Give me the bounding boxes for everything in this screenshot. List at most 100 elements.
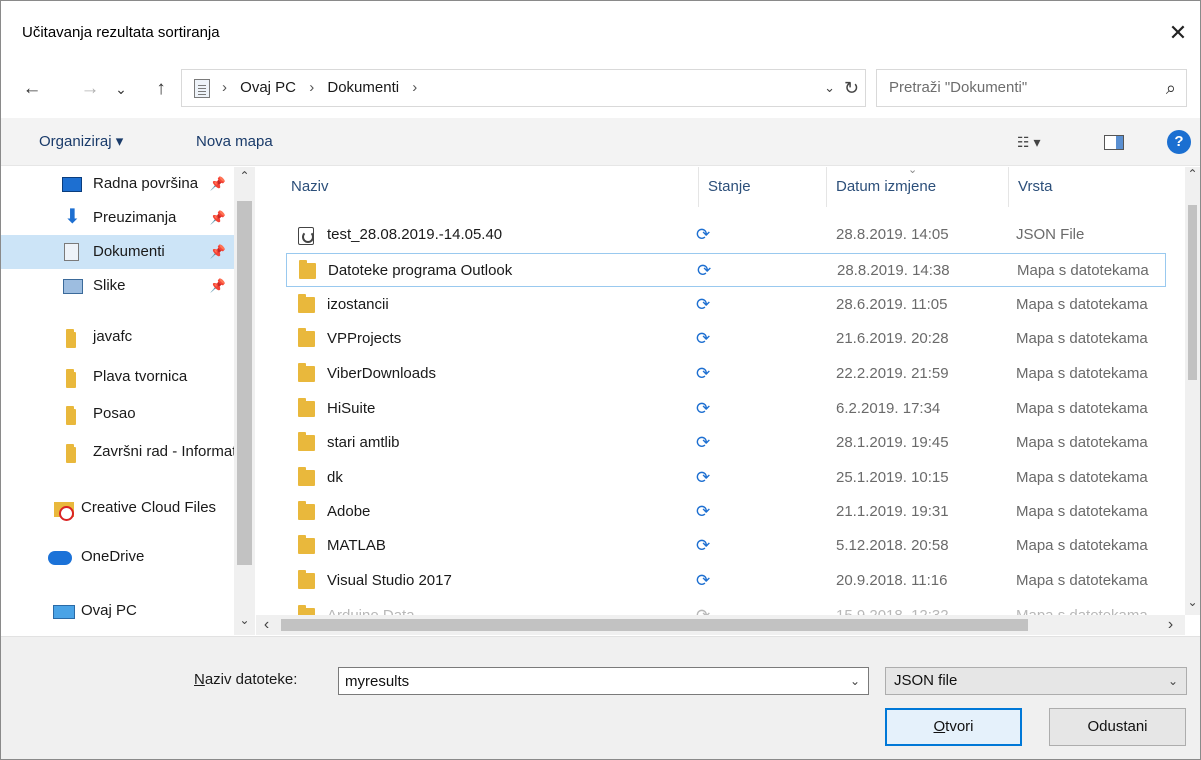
folder-icon: [66, 369, 76, 388]
nav-item-plava-tvornica[interactable]: Plava tvornica: [1, 360, 234, 394]
file-type: Mapa s datotekama: [1016, 400, 1148, 417]
table-row[interactable]: HiSuite ⟳ 6.2.2019. 17:34 Mapa s datotek…: [286, 392, 1166, 426]
file-type: Mapa s datotekama: [1016, 330, 1148, 347]
back-button[interactable]: ←: [17, 69, 47, 109]
filename-dropdown-icon[interactable]: ⌄: [850, 668, 860, 694]
open-button[interactable]: Otvori: [885, 708, 1022, 746]
table-row[interactable]: izostancii ⟳ 28.6.2019. 11:05 Mapa s dat…: [286, 288, 1166, 322]
nav-item-onedrive[interactable]: OneDrive: [1, 540, 234, 574]
nav-item-javafc[interactable]: javafc: [1, 320, 234, 354]
breadcrumb-separator[interactable]: ›: [412, 79, 417, 96]
file-type: Mapa s datotekama: [1016, 365, 1148, 382]
address-bar[interactable]: › Ovaj PC › Dokumenti › ⌄ ↻: [181, 69, 866, 107]
file-date: 20.9.2018. 11:16: [836, 572, 948, 589]
file-type: Mapa s datotekama: [1016, 503, 1148, 520]
nav-pane-scrollbar[interactable]: ⌃ ⌄: [234, 167, 255, 635]
breadcrumb-documents[interactable]: Dokumenti: [327, 79, 399, 96]
scroll-down-icon[interactable]: ⌄: [234, 613, 255, 627]
recent-locations-button[interactable]: ⌄: [111, 69, 131, 109]
sync-status-icon: ⟳: [696, 433, 711, 452]
table-row[interactable]: Adobe ⟳ 21.1.2019. 19:31 Mapa s datoteka…: [286, 495, 1166, 529]
table-row[interactable]: Datoteke programa Outlook ⟳ 28.8.2019. 1…: [286, 253, 1166, 287]
column-divider[interactable]: [698, 167, 699, 207]
creative-cloud-icon: [54, 502, 74, 521]
file-type: Mapa s datotekama: [1016, 572, 1148, 589]
sync-status-icon: ⟳: [697, 261, 712, 280]
table-row[interactable]: stari amtlib ⟳ 28.1.2019. 19:45 Mapa s d…: [286, 426, 1166, 460]
file-list-horizontal-scrollbar[interactable]: ‹ ›: [256, 615, 1185, 635]
up-button[interactable]: ↑: [147, 69, 175, 109]
column-header-status[interactable]: Stanje: [708, 167, 751, 207]
nav-item-label: Plava tvornica: [93, 368, 188, 385]
scroll-down-icon[interactable]: ⌄: [1185, 595, 1200, 609]
navigation-pane: Radna površina 📌 ⬇ Preuzimanja 📌 Dokumen…: [1, 167, 255, 635]
column-divider[interactable]: [1008, 167, 1009, 207]
scroll-left-icon[interactable]: ‹: [256, 616, 277, 634]
folder-icon: [299, 260, 316, 279]
scroll-up-icon[interactable]: ⌃: [234, 169, 255, 183]
folder-icon: [298, 535, 315, 554]
scrollbar-thumb[interactable]: [281, 619, 1028, 631]
file-name: VPProjects: [327, 330, 402, 347]
address-dropdown-icon[interactable]: ⌄: [824, 70, 835, 106]
column-header-name[interactable]: Naziv: [291, 167, 329, 207]
nav-item-label: OneDrive: [81, 548, 145, 565]
sync-status-icon: ⟳: [696, 571, 711, 590]
nav-item-label: Ovaj PC: [81, 602, 137, 619]
file-date: 28.8.2019. 14:38: [837, 262, 950, 279]
pin-icon: 📌: [209, 176, 226, 191]
scrollbar-thumb[interactable]: [237, 201, 252, 565]
new-folder-button[interactable]: Nova mapa: [196, 118, 273, 166]
search-box[interactable]: Pretraži "Dokumenti" ⌕: [876, 69, 1187, 107]
file-name: Adobe: [327, 503, 371, 520]
nav-item-creative-cloud[interactable]: Creative Cloud Files: [1, 491, 234, 525]
table-row[interactable]: VPProjects ⟳ 21.6.2019. 20:28 Mapa s dat…: [286, 322, 1166, 356]
document-icon: [64, 243, 79, 261]
organize-button[interactable]: Organiziraj ▾: [39, 118, 123, 166]
column-divider[interactable]: [826, 167, 827, 207]
sync-status-icon: ⟳: [696, 329, 711, 348]
nav-item-desktop[interactable]: Radna površina 📌: [1, 167, 234, 201]
sync-status-icon: ⟳: [696, 536, 711, 555]
file-list-vertical-scrollbar[interactable]: ⌃ ⌄: [1185, 167, 1200, 615]
help-button[interactable]: ?: [1167, 130, 1191, 154]
search-input[interactable]: Pretraži "Dokumenti": [889, 70, 1027, 106]
table-row[interactable]: Visual Studio 2017 ⟳ 20.9.2018. 11:16 Ma…: [286, 564, 1166, 598]
nav-item-label: Posao: [93, 405, 136, 422]
table-row[interactable]: ViberDownloads ⟳ 22.2.2019. 21:59 Mapa s…: [286, 357, 1166, 391]
scroll-up-icon[interactable]: ⌃: [1185, 167, 1200, 181]
nav-item-pictures[interactable]: Slike 📌: [1, 269, 234, 303]
refresh-icon[interactable]: ↻: [844, 70, 859, 106]
filename-input[interactable]: [345, 668, 835, 694]
search-icon[interactable]: ⌕: [1166, 70, 1176, 106]
table-row[interactable]: MATLAB ⟳ 5.12.2018. 20:58 Mapa s datotek…: [286, 529, 1166, 563]
column-header-date[interactable]: Datum izmjene: [836, 167, 936, 207]
preview-pane-icon[interactable]: [1104, 135, 1124, 150]
table-row[interactable]: dk ⟳ 25.1.2019. 10:15 Mapa s datotekama: [286, 461, 1166, 495]
nav-item-posao[interactable]: Posao: [1, 397, 234, 431]
sync-status-icon: ⟳: [696, 364, 711, 383]
nav-item-this-pc[interactable]: Ovaj PC: [1, 594, 234, 628]
filename-label-text: aziv datoteke:: [204, 671, 298, 688]
nav-item-documents[interactable]: Dokumenti 📌: [1, 235, 234, 269]
scroll-right-icon[interactable]: ›: [1160, 616, 1181, 634]
column-header-type[interactable]: Vrsta: [1018, 167, 1052, 207]
pin-icon: 📌: [209, 244, 226, 259]
breadcrumb-this-pc[interactable]: Ovaj PC: [240, 79, 296, 96]
filename-field[interactable]: ⌄: [338, 667, 869, 695]
file-type: Mapa s datotekama: [1017, 262, 1149, 279]
file-type: Mapa s datotekama: [1016, 434, 1148, 451]
file-name: HiSuite: [327, 400, 376, 417]
folder-icon: [298, 432, 315, 451]
sync-status-icon: ⟳: [696, 502, 711, 521]
cancel-button[interactable]: Odustani: [1049, 708, 1186, 746]
file-name: Datoteke programa Outlook: [328, 262, 513, 279]
table-row[interactable]: test_28.08.2019.-14.05.40 ⟳ 28.8.2019. 1…: [286, 218, 1166, 252]
view-options-icon[interactable]: ☷ ▾: [1017, 118, 1040, 166]
nav-item-zavrsni-rad[interactable]: Završni rad - Informatika: [1, 435, 234, 469]
nav-item-downloads[interactable]: ⬇ Preuzimanja 📌: [1, 201, 234, 235]
scrollbar-thumb[interactable]: [1188, 205, 1197, 380]
file-type-select[interactable]: JSON file ⌄: [885, 667, 1187, 695]
forward-button[interactable]: →: [75, 69, 105, 109]
close-button[interactable]: ✕: [1156, 13, 1200, 53]
